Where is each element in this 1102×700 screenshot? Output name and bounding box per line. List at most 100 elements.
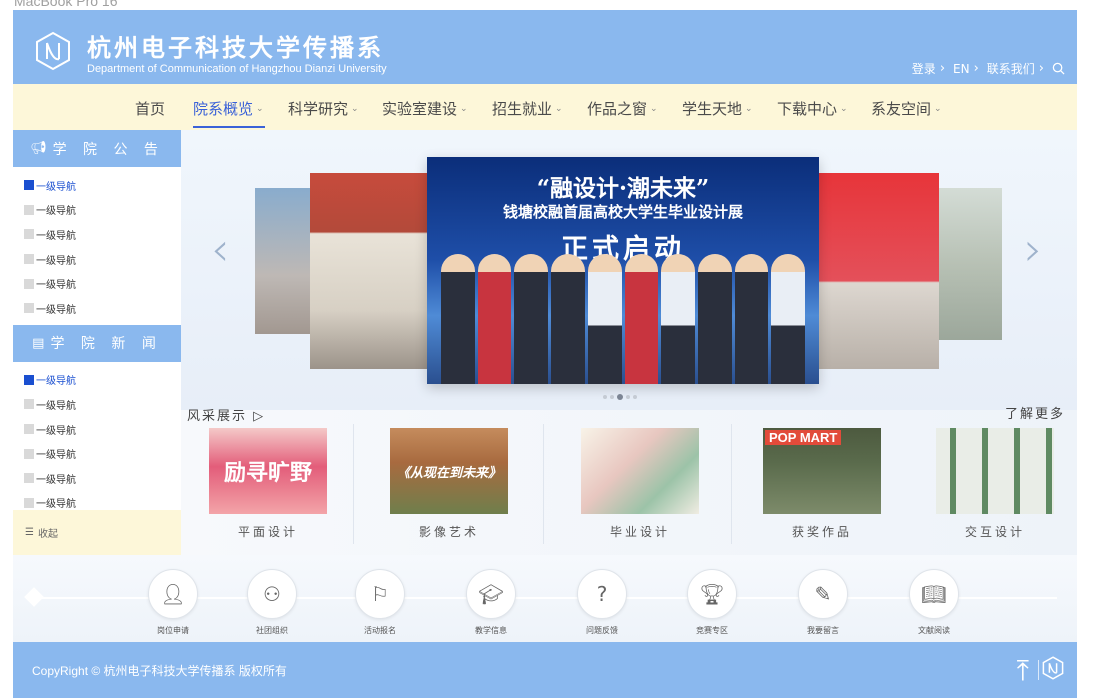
service-message[interactable]: ✎ 我要留言 (793, 569, 853, 636)
image-label: POP MART (765, 430, 842, 445)
collapse-button[interactable]: ☰ 收起 (13, 510, 181, 555)
page-frame: 杭州电子科技大学传播系 Department of Communication … (13, 10, 1077, 698)
carousel-dots (603, 394, 637, 400)
nav-item-research[interactable]: 科学研究 ⌄ (288, 98, 359, 119)
list-item[interactable]: 一级导航 (24, 368, 181, 393)
list-item[interactable]: 一级导航 (24, 441, 181, 466)
more-link[interactable]: 了解更多 (1005, 403, 1065, 422)
carousel-prev-icon[interactable]: ‹ (211, 222, 229, 276)
service-feedback[interactable]: ? 问题反馈 (572, 569, 632, 636)
carousel-dot[interactable] (603, 395, 607, 399)
nav-item-downloads[interactable]: 下载中心 ⌄ (777, 98, 848, 119)
bullet-icon (24, 473, 34, 484)
back-to-top-icon[interactable]: ⤒ (1017, 654, 1029, 688)
gallery-item-graduation[interactable]: 毕业设计 (581, 428, 699, 540)
list-item[interactable]: 一级导航 (24, 296, 181, 321)
announcements-list: 一级导航 一级导航 一级导航 一级导航 一级导航 一级导航 (13, 167, 181, 325)
list-item[interactable]: 一级导航 (24, 222, 181, 247)
bullet-icon (24, 424, 34, 435)
gallery-title: 风采展示 ▷ (187, 409, 266, 424)
service-event-signup[interactable]: ⚐ 活动报名 (350, 569, 410, 636)
site-title: 杭州电子科技大学传播系 (87, 33, 384, 62)
top-links: 登录 › EN › 联系我们 › (912, 60, 1065, 77)
carousel-slide-active[interactable]: “融设计·潮未来” 钱塘校融首届高校大学生毕业设计展 正式启动 (427, 157, 819, 384)
person-figure (551, 254, 585, 384)
nav-item-works[interactable]: 作品之窗 ⌄ (587, 98, 658, 119)
gallery-item-graphic-design[interactable]: 励寻旷野 平面设计 (209, 428, 327, 540)
nav-item-alumni[interactable]: 系友空间 ⌄ (871, 98, 942, 119)
service-teaching-info[interactable]: 🎓︎ 教学信息 (461, 569, 521, 636)
question-icon: ? (577, 569, 627, 619)
nav-active-indicator (193, 126, 265, 128)
chevron-down-icon: ⌄ (555, 103, 563, 114)
site-footer: CopyRight © 杭州电子科技大学传播系 版权所有 ⤒ (13, 642, 1077, 698)
person-figure (697, 254, 732, 384)
service-clubs[interactable]: ⚇ 社团组织 (242, 569, 302, 636)
login-link[interactable]: 登录 › (912, 60, 945, 77)
hero-carousel: “融设计·潮未来” 钱塘校融首届高校大学生毕业设计展 正式启动 ‹ › (181, 130, 1077, 410)
bullet-icon (24, 497, 34, 508)
carousel-next-icon[interactable]: › (1024, 222, 1042, 276)
carousel-dot[interactable] (617, 394, 623, 400)
sidebar: 📢︎ 学 院 公 告 一级导航 一级导航 一级导航 一级导航 一级导航 一级导航… (13, 130, 181, 555)
school-logo-icon[interactable] (33, 31, 73, 71)
list-item[interactable]: 一级导航 (24, 173, 181, 198)
list-item[interactable]: 一级导航 (24, 271, 181, 296)
service-reading[interactable]: 📖︎ 文献阅读 (904, 569, 964, 636)
bullet-icon (24, 180, 34, 191)
gallery-caption: 获奖作品 (791, 525, 852, 539)
nav-item-admission[interactable]: 招生就业 ⌄ (492, 98, 563, 119)
copyright-text: CopyRight © 杭州电子科技大学传播系 版权所有 (32, 664, 287, 678)
search-icon[interactable] (1052, 62, 1065, 75)
service-competition[interactable]: 🏆︎ 竞赛专区 (682, 569, 742, 636)
list-item[interactable]: 一级导航 (24, 392, 181, 417)
person-figure (514, 254, 549, 384)
divider (1038, 660, 1039, 680)
gallery-item-film[interactable]: 《从现在到未来》 影像艺术 (390, 428, 508, 540)
nav-item-home[interactable]: 首页 (135, 98, 165, 119)
carousel-slide[interactable] (816, 173, 939, 369)
chevron-right-icon: › (1038, 61, 1044, 76)
diamond-icon (24, 587, 44, 607)
service-job-apply[interactable]: 👤︎ 岗位申请 (143, 569, 203, 636)
device-caption: MacBook Pro 16" (14, 0, 123, 9)
slide-photo (441, 249, 806, 384)
bullet-icon (24, 374, 34, 385)
divider (543, 424, 544, 544)
language-link[interactable]: EN › (953, 61, 979, 76)
book-icon: 📖︎ (909, 569, 959, 619)
bullet-icon (24, 229, 34, 240)
carousel-dot[interactable] (626, 395, 630, 399)
nav-item-lab[interactable]: 实验室建设 ⌄ (382, 98, 468, 119)
slide-headline: “融设计·潮未来” (536, 175, 710, 202)
school-logo-icon (1042, 656, 1064, 680)
nav-item-students[interactable]: 学生天地 ⌄ (682, 98, 753, 119)
carousel-slide[interactable] (310, 173, 430, 369)
chevron-right-icon: › (973, 61, 979, 76)
bullet-icon (24, 278, 34, 289)
newspaper-icon: ▤ (32, 335, 45, 351)
announcements-header[interactable]: 📢︎ 学 院 公 告 (13, 130, 181, 167)
news-header[interactable]: ▤ 学 院 新 闻 (13, 324, 181, 362)
nav-item-overview[interactable]: 院系概览 ⌄ (193, 98, 264, 119)
gallery-item-awards[interactable]: POP MART 获奖作品 (763, 428, 881, 540)
person-figure (441, 254, 475, 384)
gallery-caption: 交互设计 (964, 525, 1025, 539)
gallery-item-interaction[interactable]: 交互设计 (936, 428, 1054, 540)
person-figure (624, 254, 659, 384)
main-nav: 首页 院系概览 ⌄ 科学研究 ⌄ 实验室建设 ⌄ 招生就业 ⌄ 作品之窗 ⌄ 学生天地 ⌄ … (13, 84, 1077, 130)
chevron-down-icon: ⌄ (650, 103, 658, 114)
contact-link[interactable]: 联系我们 › (987, 60, 1044, 77)
list-item[interactable]: 一级导航 (24, 417, 181, 442)
chevron-down-icon: ⌄ (351, 103, 359, 114)
carousel-dot[interactable] (633, 395, 637, 399)
carousel-dot[interactable] (610, 395, 614, 399)
chevron-down-icon: ⌄ (840, 103, 848, 114)
service-strip: 👤︎ 岗位申请 ⚇ 社团组织 ⚐ 活动报名 🎓︎ 教学信息 ? 问题反馈 🏆︎ … (13, 555, 1077, 642)
list-item[interactable]: 一级导航 (24, 198, 181, 223)
chevron-down-icon: ⌄ (745, 103, 753, 114)
gallery-caption: 平面设计 (237, 525, 298, 539)
bullet-icon (24, 254, 34, 265)
list-item[interactable]: 一级导航 (24, 466, 181, 491)
list-item[interactable]: 一级导航 (24, 247, 181, 272)
